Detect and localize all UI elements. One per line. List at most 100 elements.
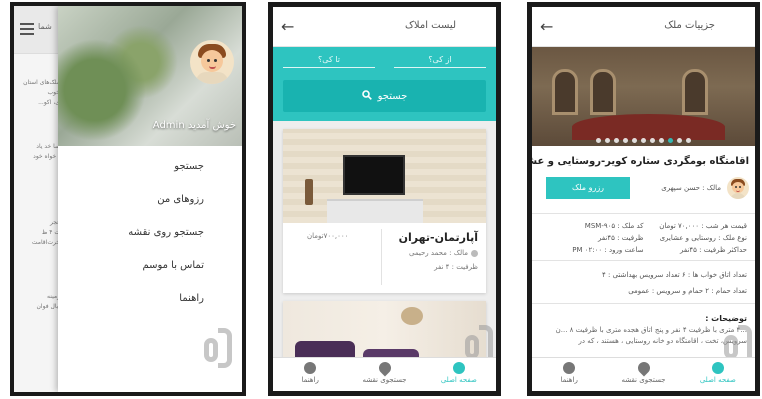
background-text: ، خواه خود: [33, 153, 60, 160]
info-row: قیمت هر شب : ۷۰,۰۰۰ تومان کد ملک : MSM-۹…: [532, 220, 755, 232]
nav-map-search[interactable]: جستجوی نقشه: [606, 358, 680, 391]
background-title: شما: [38, 22, 52, 31]
drawer-screen: شما ملک‌های استان خوب ی، اکو... سا خد یا…: [14, 6, 242, 392]
info-baths: تعداد حمام : ۲ حمام و سرویس : عمومی: [628, 287, 747, 295]
listing-capacity: ظرفیت : ۴ نفر: [434, 263, 478, 271]
listing-owner-name: مالک : محمد رحیمی: [408, 249, 468, 257]
menu-item-map-search[interactable]: جستجو روی نقشه: [58, 216, 242, 249]
listing-price: ۷۰۰,۰۰۰تومان: [307, 232, 349, 240]
gallery-pagination: [532, 138, 755, 143]
menu-item-help[interactable]: راهنما: [58, 282, 242, 315]
menu-item-search[interactable]: جستجو: [58, 150, 242, 183]
help-icon: [563, 362, 576, 374]
pagination-dot[interactable]: [650, 138, 655, 143]
bottom-navigation: صفحه اصلی جستجوی نقشه راهنما: [273, 357, 496, 391]
pagination-dot[interactable]: [614, 138, 619, 143]
info-row: حداکثر ظرفیت : ۴۵نفر ساعت ورود : ۰۲:۰۰ P…: [532, 244, 755, 256]
page-title: لیست املاک: [404, 20, 456, 31]
arrow-left-icon[interactable]: ←: [540, 17, 553, 36]
navigation-drawer: خوش آمدید Admin جستجو رزوهای من جستجو رو…: [58, 6, 242, 392]
pagination-dot[interactable]: [686, 138, 691, 143]
description-heading: توضیحات :: [705, 314, 747, 323]
drawer-menu: جستجو رزوهای من جستجو روی نقشه تماس با م…: [58, 146, 242, 315]
bottom-navigation: صفحه اصلی جستجوی نقشه راهنما: [532, 357, 755, 391]
description-text: ...۴ متری با ظرفیت ۴ نفر و پنج اتاق هجده…: [555, 326, 747, 345]
nav-map-label: جستجوی نقشه: [621, 376, 666, 384]
pagination-dot[interactable]: [632, 138, 637, 143]
date-range: از کی؟ تا کی؟: [283, 55, 486, 68]
info-checkin: ساعت ورود : ۰۲:۰۰ PM: [572, 246, 644, 254]
background-text: خوب: [47, 89, 60, 96]
pagination-dot[interactable]: [623, 138, 628, 143]
info-capacity: ظرفیت : ۴۵نفر: [598, 234, 644, 242]
from-date-field[interactable]: از کی؟: [394, 55, 486, 68]
listing-info: آپارتمان-تهران ۷۰۰,۰۰۰تومان مالک : محمد …: [283, 223, 486, 293]
avatar: [727, 177, 749, 199]
info-max-capacity: حداکثر ظرفیت : ۴۵نفر: [680, 246, 747, 254]
info-price: قیمت هر شب : ۷۰,۰۰۰ تومان: [659, 222, 747, 230]
nav-map-search[interactable]: جستجوی نقشه: [347, 358, 421, 391]
avatar: [190, 40, 234, 84]
nav-home[interactable]: صفحه اصلی: [681, 358, 755, 391]
map-pin-icon: [635, 359, 653, 377]
background-text: فجر: [49, 219, 60, 226]
search-label: جستجو: [377, 90, 408, 102]
background-text: ت ۴ ظ: [41, 229, 60, 236]
app-bar: جزییات ملک ←: [532, 7, 755, 47]
listing-card[interactable]: آپارتمان-تهران ۷۰۰,۰۰۰تومان مالک : محمد …: [283, 129, 486, 293]
background-text: خرت‌اقامت: [31, 239, 60, 246]
hamburger-icon[interactable]: [20, 23, 34, 35]
divider: [532, 303, 755, 304]
background-text: ی، اکو...: [38, 99, 60, 106]
reserve-button[interactable]: رزرو ملک: [546, 177, 630, 199]
watermark-logo: [204, 328, 234, 376]
info-row: نوع ملک : روستایی و عشایری ظرفیت : ۴۵نفر: [532, 232, 755, 244]
pagination-dot[interactable]: [596, 138, 601, 143]
listing-owner: مالک : محمد رحیمی: [409, 249, 478, 257]
to-date-field[interactable]: تا کی؟: [283, 55, 375, 68]
search-panel: از کی؟ تا کی؟ جستجو: [273, 47, 496, 121]
background-text: ابال فوان: [36, 303, 60, 310]
map-pin-icon: [376, 359, 394, 377]
welcome-text: خوش آمدید Admin: [152, 120, 236, 131]
menu-item-contact[interactable]: تماس با موسم: [58, 249, 242, 282]
menu-item-my-reservations[interactable]: رزوهای من: [58, 183, 242, 216]
pagination-dot[interactable]: [668, 138, 673, 143]
help-icon: [304, 362, 317, 374]
phone-list: لیست املاک ← از کی؟ تا کی؟ جستجو آپارتما…: [268, 2, 501, 396]
pagination-dot[interactable]: [641, 138, 646, 143]
person-icon: [471, 249, 478, 257]
nav-help-label: راهنما: [560, 376, 578, 384]
owner-row: مالک : حسن سپهری رزرو ملک: [532, 175, 755, 209]
phone-drawer: شما ملک‌های استان خوب ی، اکو... سا خد یا…: [10, 2, 246, 396]
pagination-dot[interactable]: [677, 138, 682, 143]
page-title: جزییات ملک: [664, 20, 715, 31]
search-icon: [361, 89, 372, 103]
divider: [532, 260, 755, 261]
background-text: سا خد یاد: [36, 143, 60, 150]
divider: [532, 213, 755, 214]
photo-gallery[interactable]: [532, 47, 755, 146]
drawer-header: خوش آمدید Admin: [58, 6, 242, 146]
home-icon: [452, 362, 465, 374]
nav-help[interactable]: راهنما: [532, 358, 606, 391]
home-icon: [711, 362, 724, 374]
info-code: کد ملک : MSM-۹۰۵: [584, 222, 644, 230]
pagination-dot[interactable]: [659, 138, 664, 143]
nav-help[interactable]: راهنما: [273, 358, 347, 391]
nav-home-label: صفحه اصلی: [699, 376, 736, 384]
pagination-dot[interactable]: [605, 138, 610, 143]
listing-photo: [283, 129, 486, 223]
info-rooms: تعداد اتاق خواب ها : ۶ تعداد سرویس بهداش…: [602, 271, 747, 279]
background-text: زمینه: [47, 293, 60, 300]
owner-name: مالک : حسن سپهری: [661, 184, 721, 192]
phone-details: جزییات ملک ← اقامتگاه بومگردی ستاره کویر…: [527, 2, 760, 396]
arrow-left-icon[interactable]: ←: [281, 17, 294, 36]
list-screen: لیست املاک ← از کی؟ تا کی؟ جستجو آپارتما…: [273, 7, 496, 391]
nav-help-label: راهنما: [301, 376, 319, 384]
nav-map-label: جستجوی نقشه: [362, 376, 407, 384]
nav-home[interactable]: صفحه اصلی: [422, 358, 496, 391]
listing-name: آپارتمان-تهران: [398, 231, 478, 244]
search-button[interactable]: جستجو: [283, 80, 486, 112]
info-type: نوع ملک : روستایی و عشایری: [659, 234, 747, 242]
